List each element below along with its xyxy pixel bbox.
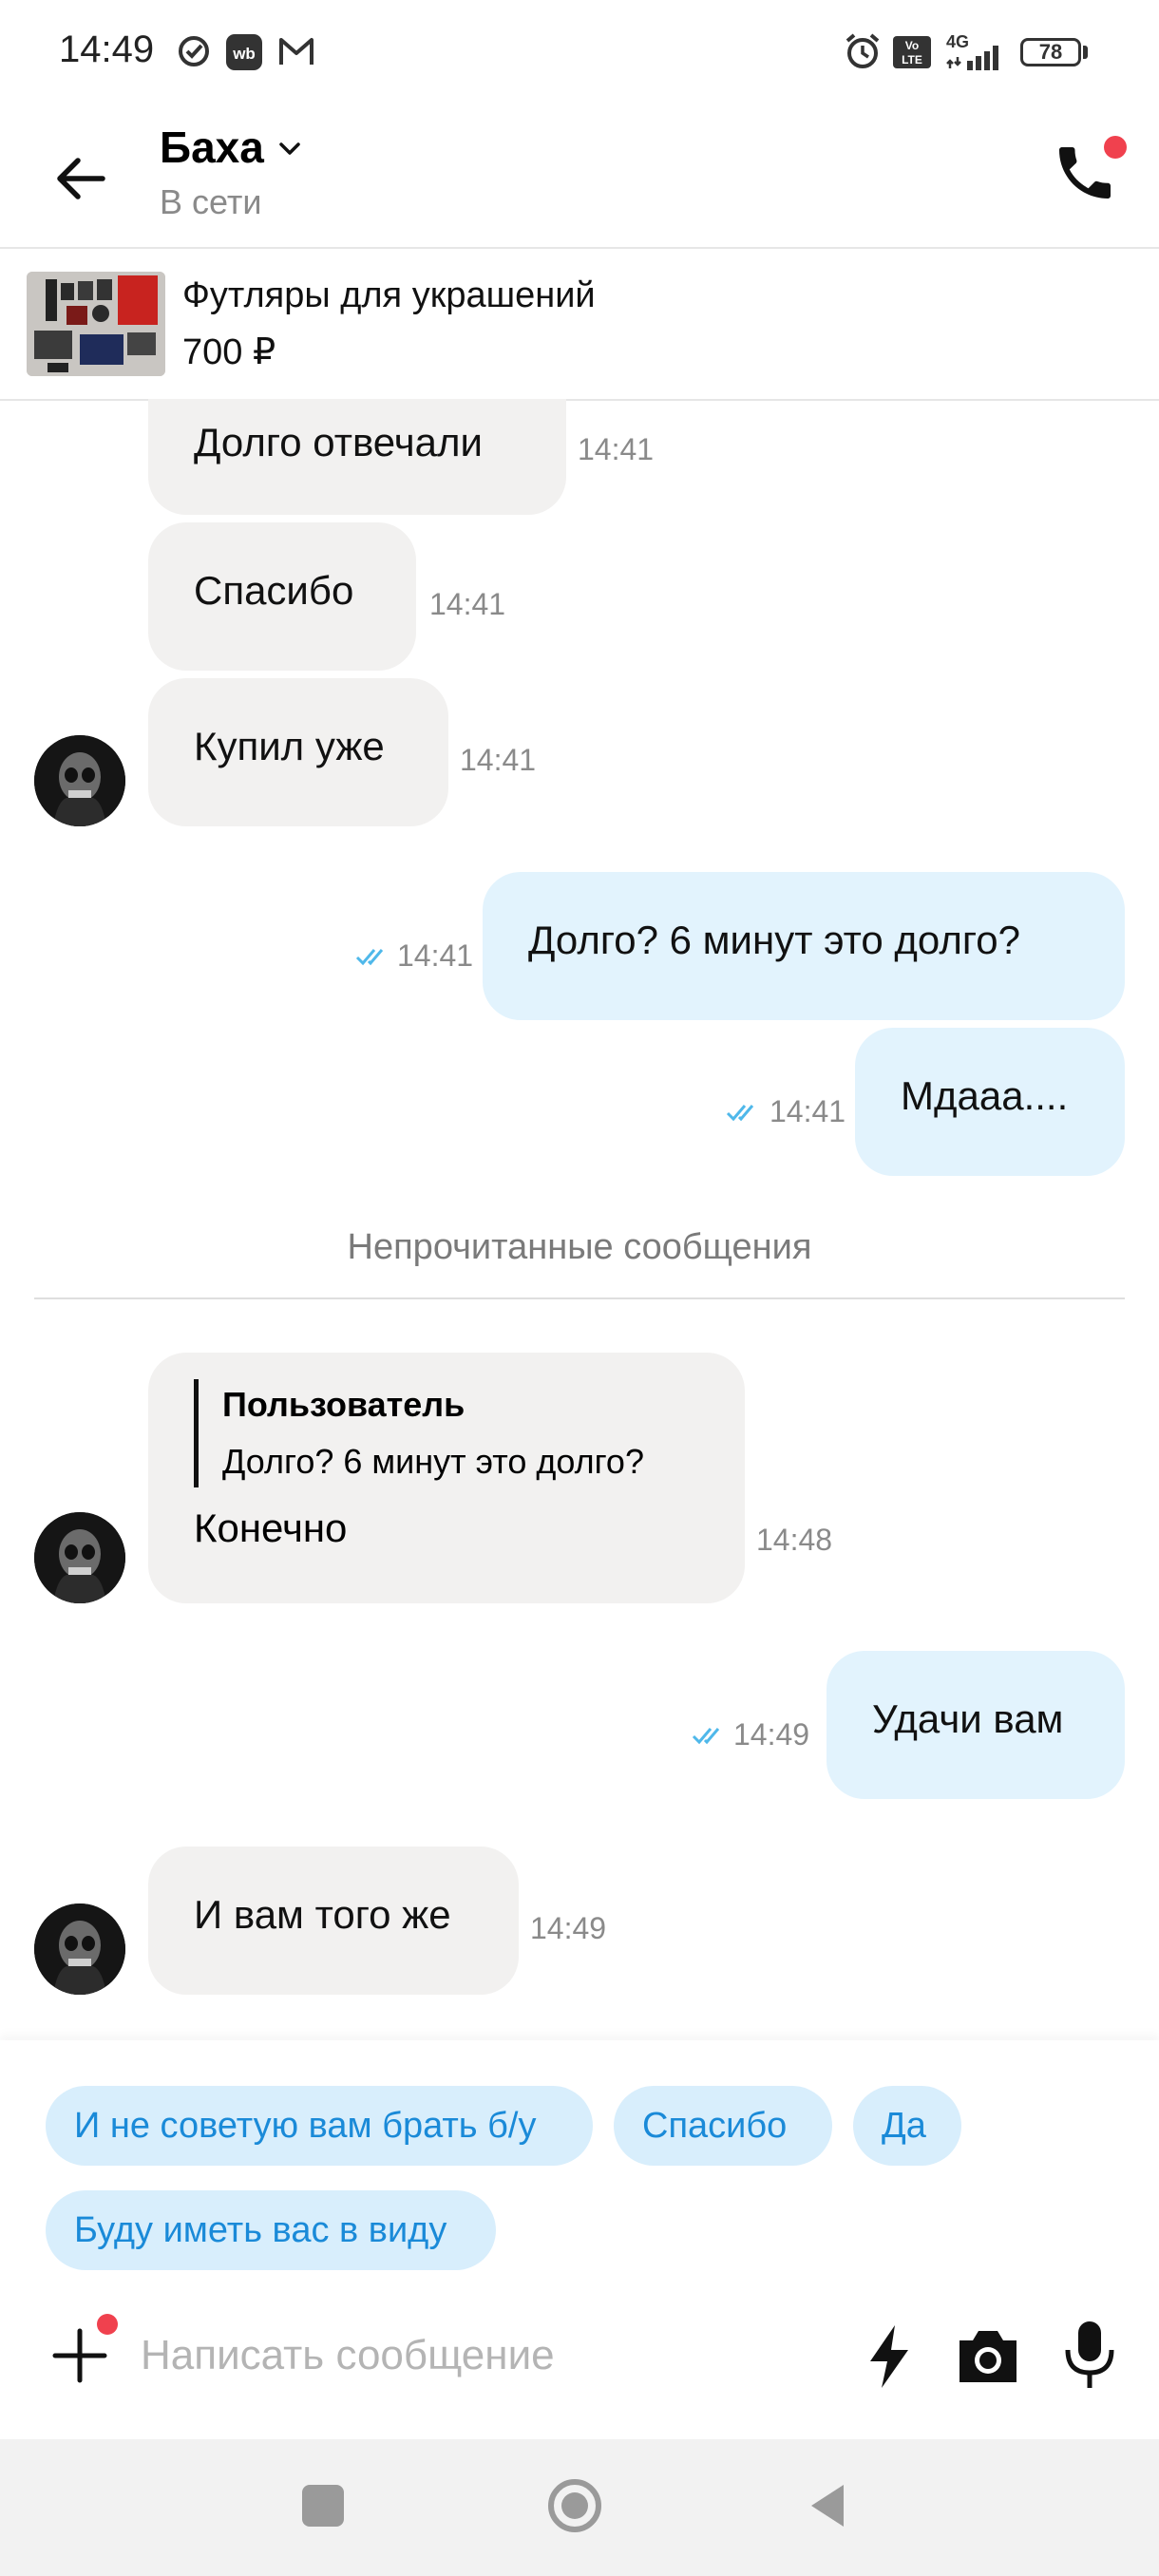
unread-divider-line: [34, 1297, 1125, 1299]
message-text: Долго отвечали: [194, 420, 483, 464]
message-bubble-incoming[interactable]: Спасибо: [148, 522, 416, 671]
contact-name[interactable]: Баха: [160, 122, 264, 173]
check-circle-icon: [179, 36, 209, 66]
product-thumbnail[interactable]: [27, 272, 165, 376]
message-time: 14:48: [756, 1523, 833, 1557]
read-ticks-icon: [726, 1102, 762, 1123]
read-ticks-icon: [355, 946, 391, 967]
quick-reply-chip[interactable]: Буду иметь вас в виду: [46, 2190, 496, 2270]
product-bar[interactable]: [0, 249, 1159, 401]
contact-avatar[interactable]: [34, 1904, 125, 1995]
message-bubble-incoming[interactable]: Купил уже: [148, 678, 448, 826]
mail-icon: [279, 38, 314, 65]
call-notification-dot: [1104, 136, 1127, 159]
message-time: 14:41: [397, 938, 474, 973]
svg-text:Vo: Vo: [905, 39, 919, 52]
home-button[interactable]: [547, 2478, 602, 2533]
quick-reply-chip[interactable]: Да: [853, 2086, 961, 2166]
message-time: 14:41: [770, 1094, 846, 1128]
product-price: 700 ₽: [182, 332, 276, 372]
quick-reply-chip[interactable]: Спасибо: [614, 2086, 832, 2166]
alarm-icon: [846, 33, 880, 68]
message-text: Удачи вам: [872, 1696, 1064, 1741]
battery-indicator: 78: [1020, 38, 1081, 66]
message-bubble-outgoing[interactable]: Мдааа....: [855, 1028, 1125, 1176]
status-time: 14:49: [59, 28, 155, 70]
quote-text: Долго? 6 минут это долго?: [222, 1442, 644, 1481]
message-text: Конечно: [194, 1506, 348, 1550]
volte-icon: Vo LTE: [893, 36, 931, 68]
message-bubble-outgoing[interactable]: Удачи вам: [826, 1651, 1125, 1799]
lightning-icon[interactable]: [859, 2323, 920, 2390]
camera-icon[interactable]: [954, 2325, 1022, 2388]
message-time: 14:41: [460, 743, 537, 777]
message-text: Купил уже: [194, 724, 385, 768]
quote-bar: [194, 1379, 199, 1487]
signal-icon: [946, 46, 998, 70]
message-bubble-incoming[interactable]: И вам того же: [148, 1847, 519, 1995]
recent-apps-button[interactable]: [302, 2485, 344, 2527]
message-text: И вам того же: [194, 1892, 451, 1937]
battery-tip: [1083, 46, 1088, 59]
svg-text:LTE: LTE: [902, 53, 922, 66]
read-ticks-icon: [692, 1725, 728, 1746]
system-back-button[interactable]: [806, 2481, 847, 2530]
product-title: Футляры для украшений: [182, 275, 596, 315]
attach-notification-dot: [97, 2314, 118, 2335]
message-text: Спасибо: [194, 568, 354, 613]
plus-icon[interactable]: [49, 2325, 110, 2386]
wb-app-icon: wb: [226, 34, 262, 70]
message-time: 14:49: [733, 1717, 810, 1752]
contact-avatar[interactable]: [34, 735, 125, 826]
message-time: 14:41: [578, 432, 655, 466]
message-bubble-outgoing[interactable]: Долго? 6 минут это долго?: [483, 872, 1125, 1020]
message-text: Долго? 6 минут это долго?: [528, 918, 1020, 962]
message-bubble-incoming[interactable]: Долго отвечали: [148, 399, 566, 515]
contact-avatar[interactable]: [34, 1512, 125, 1603]
message-input[interactable]: [141, 2318, 825, 2394]
contact-online-status: В сети: [160, 182, 262, 221]
chevron-down-icon[interactable]: [276, 135, 304, 163]
unread-divider-label: Непрочитанные сообщения: [347, 1227, 812, 1267]
message-time: 14:41: [429, 587, 506, 621]
back-arrow-icon[interactable]: [49, 147, 112, 210]
quick-reply-chip[interactable]: И не советую вам брать б/у: [46, 2086, 593, 2166]
message-time: 14:49: [530, 1911, 607, 1945]
microphone-icon[interactable]: [1060, 2320, 1119, 2390]
svg-text:wb: wb: [232, 45, 256, 63]
quote-author: Пользователь: [222, 1385, 466, 1424]
message-text: Мдааа....: [901, 1073, 1069, 1118]
